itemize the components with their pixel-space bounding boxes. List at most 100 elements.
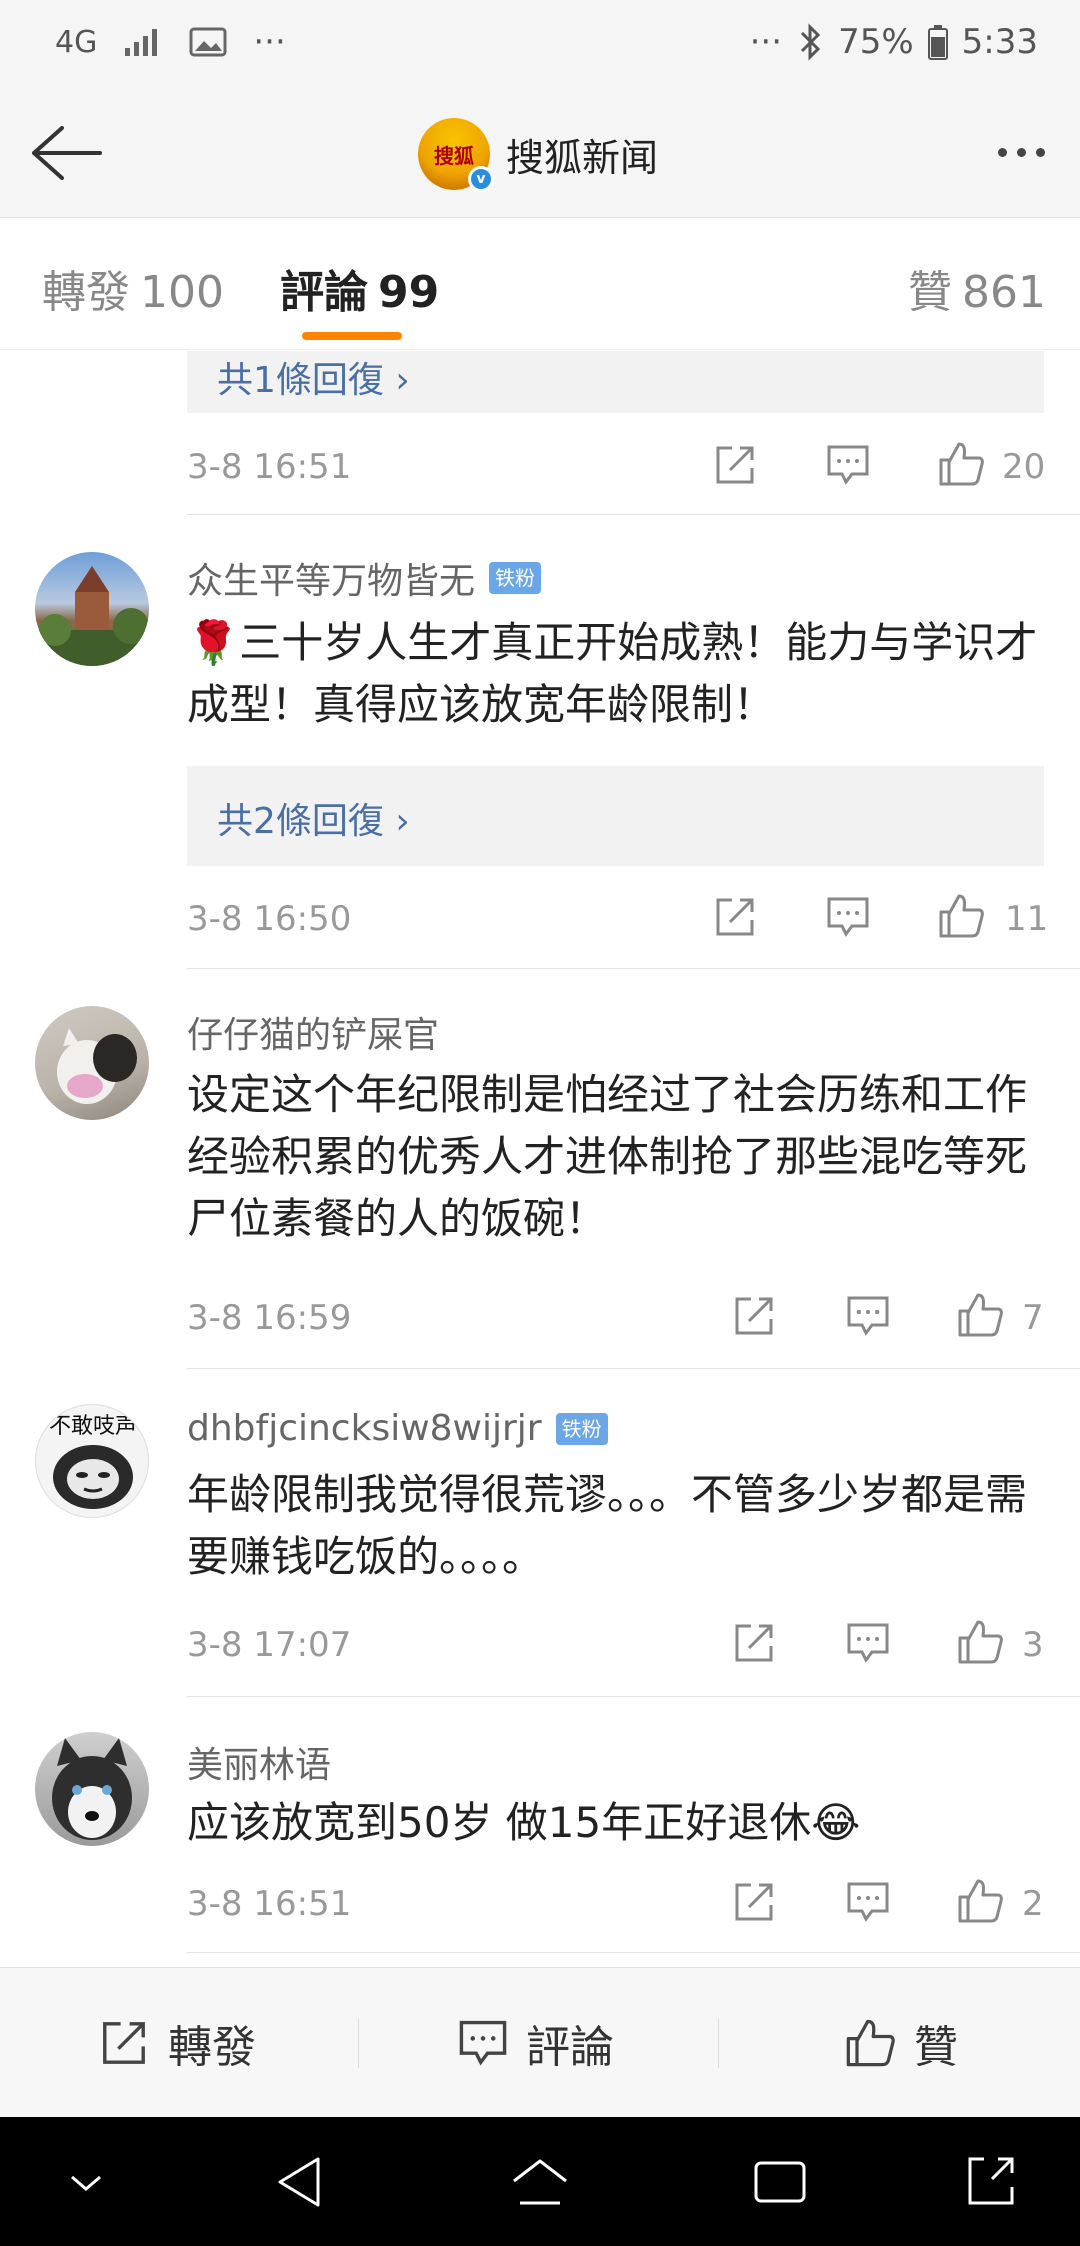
tab-count: 861 [962,267,1046,318]
comment-text: 应该放宽到50岁 做15年正好退休😂 [187,1798,861,1847]
like-count: 2 [1022,1884,1044,1924]
like-button[interactable]: 贊 [844,1968,958,2118]
arrow-left-icon [32,126,102,180]
tab-label: 轉發 [42,267,130,318]
reply-count-link[interactable]: 共2條回復 › [217,792,410,844]
status-overflow-left: ··· [253,22,286,62]
share-icon[interactable] [712,894,758,940]
share-icon[interactable] [731,1293,777,1339]
bluetooth-icon [801,23,821,61]
like-count: 20 [1002,447,1046,487]
username-text: dhbfjcincksiw8wijrjr [187,1408,542,1449]
logo-text: 搜狐 [434,143,474,168]
cat-photo [57,1028,137,1104]
dot-icon [1016,147,1026,157]
repost-label: 轉發 [168,2022,256,2073]
account-title[interactable]: 搜狐 v 搜狐新闻 [418,114,658,194]
comment-icon[interactable] [846,1622,890,1664]
share-icon [103,2022,145,2064]
thumbs-up-icon[interactable] [956,1618,1004,1666]
comment-username[interactable]: 仔仔猫的铲屎官 [187,1006,439,1058]
status-bar: 4G ··· ··· 75% 5:33 [0,0,1080,90]
tab-label: 贊 [908,267,952,318]
fan-badge: 铁粉 [555,1412,608,1445]
tab-label: 評論 [280,267,368,318]
meme-face-photo: 不敢吱声 [49,1414,137,1509]
dot-icon [997,147,1007,157]
comment-text: 🌹三十岁人生才真正开始成熟！能力与学识才成型！真得应该放宽年龄限制！ [187,618,1038,729]
comment-icon[interactable] [826,896,870,938]
comment-time: 3-8 16:51 [187,1884,352,1924]
tab-bar: 轉發 100 評論 99 贊 861 [0,218,1080,350]
comment-username[interactable]: dhbfjcincksiw8wijrjr 铁粉 [187,1408,608,1449]
fan-badge: 铁粉 [489,562,542,594]
separator [358,2018,359,2068]
avatar[interactable] [35,1006,149,1120]
more-menu-button[interactable] [986,132,1056,172]
reply-thread-link[interactable]: 共1條回復 › [187,351,1044,413]
expand-screen-icon[interactable] [964,2155,1016,2207]
thumbs-up-icon[interactable] [937,440,985,488]
avatar[interactable] [35,552,149,666]
comment-text: 设定这个年纪限制是怕经过了社会历练和工作经验积累的优秀人才进体制抢了那些混吃等死… [187,1070,1028,1243]
system-nav-bar [0,2117,1080,2246]
divider [187,1952,1080,1953]
comment-time: 3-8 16:51 [187,447,352,487]
network-indicator: 4G [55,24,98,60]
home-nav-icon[interactable] [510,2157,570,2207]
app-header: 搜狐 v 搜狐新闻 [0,90,1080,218]
tab-count: 100 [140,267,224,318]
husky-photo [52,1738,132,1840]
image-icon [189,27,227,57]
thumbs-up-icon[interactable] [937,892,985,940]
thumbs-up-icon[interactable] [956,1877,1004,1925]
thumbs-up-icon[interactable] [956,1291,1004,1339]
active-tab-indicator [302,332,402,340]
status-overflow-right: ··· [749,22,783,62]
avatar[interactable] [35,1732,149,1846]
like-count: 11 [1005,899,1049,939]
repost-button[interactable]: 轉發 [98,1968,256,2118]
reply-count-link[interactable]: 共1條回復 › [217,351,410,403]
verified-icon: v [468,166,494,192]
username-text: 仔仔猫的铲屎官 [187,1015,440,1056]
back-button[interactable] [26,118,106,188]
comment-button[interactable]: 評論 [458,1968,614,2118]
comment-icon[interactable] [826,444,870,486]
building-photo [35,566,149,666]
like-label: 贊 [914,2022,958,2073]
avatar[interactable]: 不敢吱声 [35,1404,149,1518]
clock: 5:33 [961,22,1038,62]
comment-username[interactable]: 美丽林语 [187,1736,331,1788]
recent-apps-icon[interactable] [752,2159,808,2205]
battery-level: 75% [838,22,914,62]
thumbs-up-icon [846,2019,895,2067]
tab-comment[interactable]: 評論 99 [280,256,439,320]
comment-time: 3-8 16:50 [187,899,352,939]
comment-text: 年龄限制我觉得很荒谬。。。不管多少岁都是需要赚钱吃饭的。。。。 [187,1470,1028,1581]
chevron-down-icon[interactable] [66,2167,106,2197]
share-icon[interactable] [731,1620,777,1666]
reply-thread-link[interactable]: 共2條回復 › [187,766,1044,866]
tab-count: 99 [378,267,440,318]
tab-repost[interactable]: 轉發 100 [42,256,224,320]
back-nav-icon[interactable] [274,2155,324,2209]
avatar-caption: 不敢吱声 [49,1414,137,1439]
comment-time: 3-8 16:59 [187,1298,352,1338]
separator [718,2018,719,2068]
dot-icon [1035,147,1045,157]
comment-label: 評論 [526,2022,614,2073]
battery-icon [927,25,948,60]
comment-icon [459,2020,507,2066]
divider [187,968,1080,969]
share-icon[interactable] [712,442,758,488]
comment-icon[interactable] [846,1881,890,1923]
like-count: 7 [1022,1298,1044,1338]
username-text: 众生平等万物皆无 [187,561,476,602]
comment-time: 3-8 17:07 [187,1625,352,1665]
comment-icon[interactable] [846,1295,890,1337]
comment-username[interactable]: 众生平等万物皆无 铁粉 [187,552,542,604]
divider [187,1368,1080,1369]
tab-like[interactable]: 贊 861 [908,256,1046,320]
share-icon[interactable] [731,1879,777,1925]
